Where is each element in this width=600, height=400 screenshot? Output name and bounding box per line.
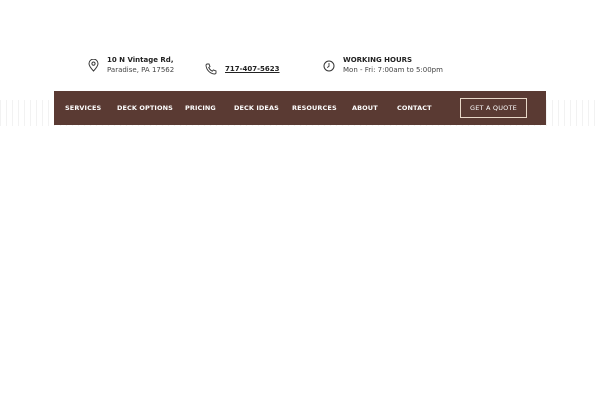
address-line2: Paradise, PA 17562 xyxy=(107,66,175,74)
hours-block: WORKING HOURS Mon - Fri: 7:00am to 5:00p… xyxy=(322,56,443,75)
address-line1: 10 N Vintage Rd, xyxy=(107,56,174,64)
nav-item-resources[interactable]: RESOURCES xyxy=(292,91,337,125)
hours-title: WORKING HOURS xyxy=(343,56,413,64)
nav-item-deck-options[interactable]: DECK OPTIONS xyxy=(117,91,173,125)
map-pin-icon xyxy=(86,59,100,73)
address-block: 10 N Vintage Rd, Paradise, PA 17562 xyxy=(86,56,174,75)
page: 10 N Vintage Rd, Paradise, PA 17562 717-… xyxy=(0,0,600,400)
nav-item-contact[interactable]: CONTACT xyxy=(397,91,432,125)
hours-text: WORKING HOURS Mon - Fri: 7:00am to 5:00p… xyxy=(343,56,443,75)
address-text: 10 N Vintage Rd, Paradise, PA 17562 xyxy=(107,56,174,75)
contact-info-bar: 10 N Vintage Rd, Paradise, PA 17562 717-… xyxy=(0,56,600,82)
phone-block: 717-407-5623 xyxy=(204,62,280,76)
nav-item-pricing[interactable]: PRICING xyxy=(185,91,216,125)
phone-icon xyxy=(204,62,218,76)
main-navigation: SERVICES DECK OPTIONS PRICING DECK IDEAS… xyxy=(54,91,546,125)
hours-detail: Mon - Fri: 7:00am to 5:00pm xyxy=(343,66,443,74)
get-a-quote-button[interactable]: GET A QUOTE xyxy=(460,98,527,118)
phone-link[interactable]: 717-407-5623 xyxy=(225,65,280,73)
nav-item-services[interactable]: SERVICES xyxy=(65,91,101,125)
clock-icon xyxy=(322,59,336,73)
nav-item-deck-ideas[interactable]: DECK IDEAS xyxy=(234,91,279,125)
nav-item-about[interactable]: ABOUT xyxy=(352,91,378,125)
